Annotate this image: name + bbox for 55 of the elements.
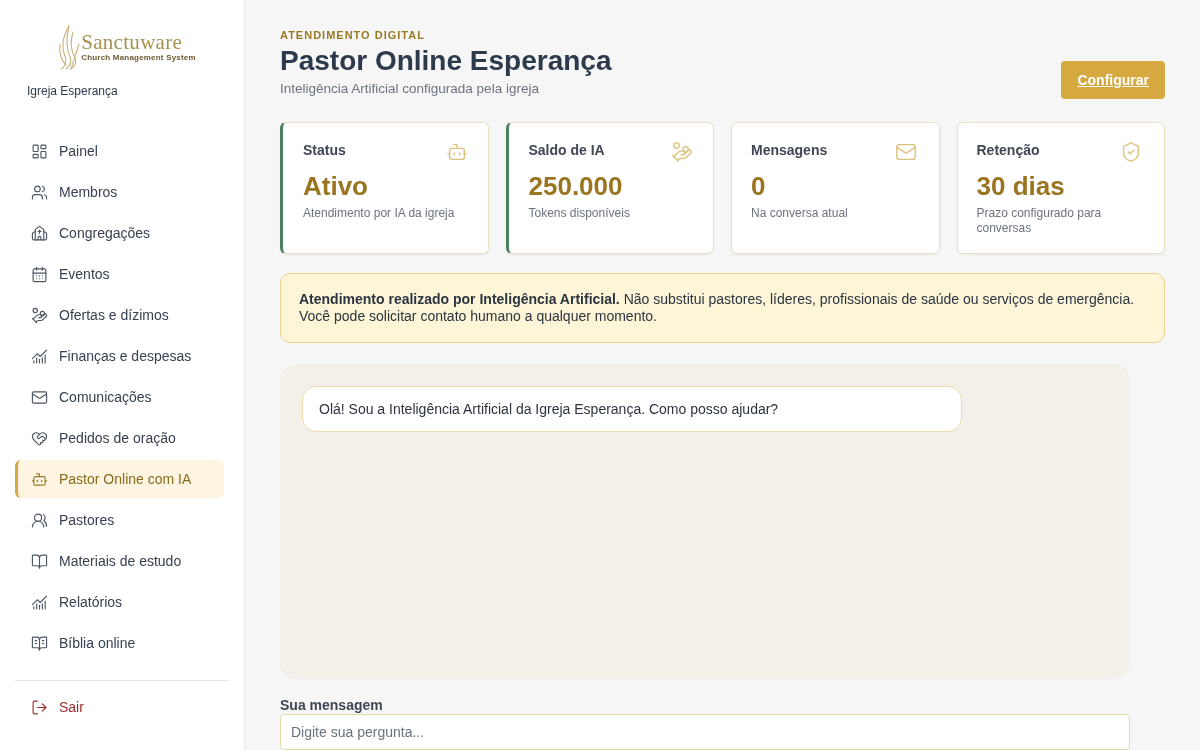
shield-check-icon bbox=[1120, 141, 1142, 163]
field-label: Sua mensagem bbox=[280, 697, 383, 714]
hand-coins-icon bbox=[671, 141, 693, 163]
page-subtitle: Inteligência Artificial configurada pela igreja bbox=[280, 80, 539, 98]
robot-icon bbox=[31, 470, 48, 488]
stat-caption: Na conversa atual bbox=[751, 206, 848, 221]
open-book-icon bbox=[31, 634, 48, 652]
sidebar-item[interactable]: Bíblia online bbox=[15, 624, 224, 662]
chart-icon bbox=[31, 593, 48, 611]
sidebar-item[interactable]: Comunicações bbox=[15, 378, 224, 416]
church-icon bbox=[31, 224, 48, 242]
stat-caption: Tokens disponíveis bbox=[528, 206, 630, 221]
stat-title: Retenção bbox=[976, 141, 1040, 159]
heart-handshake-icon bbox=[31, 429, 48, 447]
church-name: Igreja Esperança bbox=[27, 84, 118, 98]
logo-tagline: Church Management System bbox=[81, 53, 196, 63]
stat-caption: Prazo configurado para conversas bbox=[976, 206, 1103, 236]
sidebar-item[interactable]: Materiais de estudo bbox=[15, 542, 224, 580]
sidebar-item[interactable]: Relatórios bbox=[15, 583, 224, 621]
robot-icon bbox=[445, 141, 468, 163]
logout-icon bbox=[31, 698, 48, 716]
stat-value: 0 bbox=[751, 171, 766, 201]
sidebar-item[interactable]: Membros bbox=[15, 173, 224, 211]
stat-title: Mensagens bbox=[751, 141, 828, 159]
sidebar-item[interactable]: Eventos bbox=[15, 255, 224, 293]
logout-link[interactable]: Sair bbox=[15, 688, 224, 726]
sidebar-item[interactable]: Ofertas e dízimos bbox=[15, 296, 224, 334]
stat-value: 250.000 bbox=[528, 171, 623, 201]
sidebar-item[interactable]: Congregações bbox=[15, 214, 224, 252]
mail-icon bbox=[894, 141, 917, 163]
book-icon bbox=[31, 552, 48, 570]
logo-text: Sanctuware bbox=[81, 31, 183, 53]
sidebar-item[interactable]: Pastores bbox=[15, 501, 224, 539]
hand-coins-icon bbox=[31, 306, 48, 324]
calendar-icon bbox=[31, 265, 48, 283]
eyebrow-label: ATENDIMENTO DIGITAL bbox=[280, 29, 425, 41]
stat-caption: Atendimento por IA da igreja bbox=[303, 206, 455, 221]
stat-title: Saldo de IA bbox=[528, 141, 605, 159]
people-icon bbox=[31, 183, 48, 201]
page-title: Pastor Online Esperança bbox=[280, 44, 612, 78]
people-icon bbox=[31, 511, 48, 529]
stat-value: 30 dias bbox=[976, 171, 1065, 201]
chart-icon bbox=[31, 347, 48, 365]
logo-icon bbox=[57, 24, 82, 70]
sidebar-item[interactable]: Finanças e despesas bbox=[15, 337, 224, 375]
sidebar-item[interactable]: Painel bbox=[15, 132, 224, 170]
stat-title: Status bbox=[303, 141, 346, 159]
mail-icon bbox=[31, 388, 48, 406]
sidebar-item[interactable]: Pedidos de oração bbox=[15, 419, 224, 457]
stat-value: Ativo bbox=[303, 171, 368, 201]
message-bubble: Olá! Sou a Inteligência Artificial da Igreja Esperança. Como posso ajudar? bbox=[302, 386, 962, 432]
sidebar-item[interactable]: Pastor Online com IA bbox=[15, 460, 224, 498]
notice-text: Atendimento realizado por Inteligência Artificial. Não substitui pastores, líderes, profissionais de saúde ou serviços de emergência. Você pode solicitar contato humano a qualquer momento. bbox=[299, 291, 1136, 325]
message-input[interactable]: Digite sua pergunta... bbox=[280, 714, 1130, 750]
dashboard-icon bbox=[31, 142, 48, 160]
